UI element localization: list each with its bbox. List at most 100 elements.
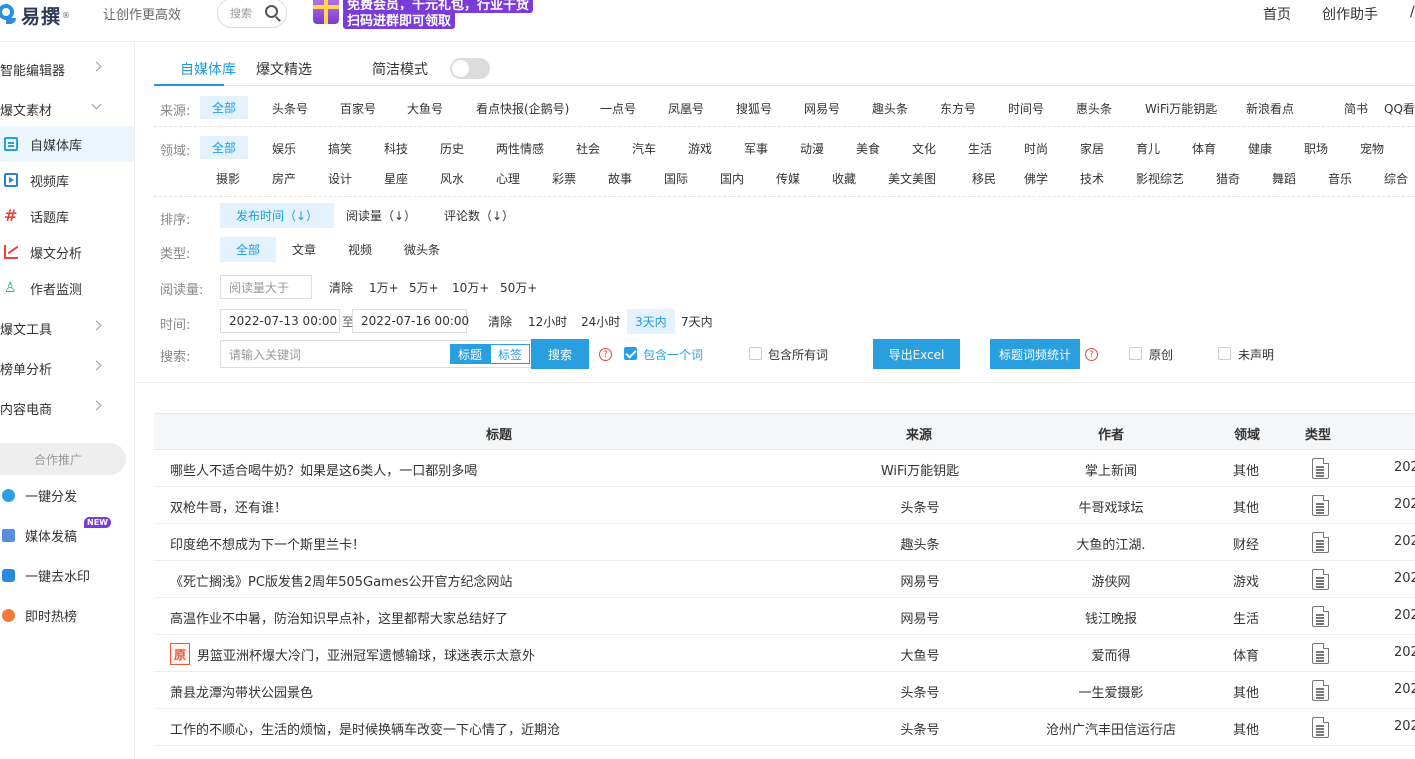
- nav-creation-assistant[interactable]: 创作助手: [1322, 4, 1378, 24]
- sort-publish-time[interactable]: 发布时间（↓）: [220, 203, 335, 228]
- domain-a-option[interactable]: 家居: [1080, 140, 1104, 157]
- domain-b-option[interactable]: 音乐: [1328, 170, 1352, 187]
- domain-b-option[interactable]: 佛学: [1024, 170, 1048, 187]
- cell-author[interactable]: 钱江晚报: [1085, 608, 1137, 627]
- domain-b-option[interactable]: 房产: [272, 170, 296, 187]
- help-icon[interactable]: ?: [1085, 348, 1098, 361]
- cell-title[interactable]: 男篮亚洲杯爆大冷门，亚洲冠军遗憾输球，球迷表示太意外: [197, 645, 535, 664]
- domain-b-option[interactable]: 影视综艺: [1136, 170, 1184, 187]
- table-row[interactable]: 萧县龙潭沟带状公园景色 头条号 一生爱摄影 其他 202: [154, 672, 1415, 709]
- source-option[interactable]: 时间号: [1008, 100, 1044, 117]
- time-24h[interactable]: 24小时: [581, 313, 620, 330]
- domain-b-option[interactable]: 国内: [720, 170, 744, 187]
- date-start-input[interactable]: 2022-07-13 00:00: [220, 309, 340, 333]
- source-option[interactable]: 看点快报(企鹅号): [476, 100, 569, 117]
- source-option[interactable]: 搜狐号: [736, 100, 772, 117]
- type-all[interactable]: 全部: [220, 237, 277, 262]
- cell-title[interactable]: 工作的不顺心，生活的烦恼，是时候换辆车改变一下心情了，近期沧: [170, 719, 560, 738]
- cell-title[interactable]: 高温作业不中暑，防治知识早点补，这里都帮大家总结好了: [170, 608, 508, 627]
- sidebar-group-ecommerce[interactable]: 内容电商: [0, 399, 135, 418]
- domain-b-option[interactable]: 收藏: [832, 170, 856, 187]
- undeclared-label[interactable]: 未声明: [1238, 346, 1274, 363]
- cell-author[interactable]: 游侠网: [1091, 571, 1130, 590]
- contains-all-checkbox[interactable]: [749, 347, 762, 360]
- domain-b-option[interactable]: 风水: [440, 170, 464, 187]
- domain-b-option[interactable]: 移民: [972, 170, 996, 187]
- source-option[interactable]: 简书: [1344, 100, 1368, 117]
- undeclared-checkbox[interactable]: [1218, 347, 1231, 360]
- domain-a-option[interactable]: 历史: [440, 140, 464, 157]
- domain-b-option[interactable]: 传媒: [776, 170, 800, 187]
- source-option[interactable]: 大鱼号: [407, 100, 443, 117]
- tab-media-library[interactable]: 自媒体库: [180, 59, 236, 79]
- domain-b-option[interactable]: 国际: [664, 170, 688, 187]
- domain-a-option[interactable]: 体育: [1192, 140, 1216, 157]
- domain-a-option[interactable]: 汽车: [632, 140, 656, 157]
- tab-hot-selection[interactable]: 爆文精选: [256, 59, 312, 79]
- type-micro-headline[interactable]: 微头条: [404, 241, 440, 258]
- sidebar-item-hot-analysis[interactable]: 爆文分析: [0, 234, 134, 270]
- contains-all-label[interactable]: 包含所有词: [768, 346, 828, 363]
- cell-author[interactable]: 掌上新闻: [1085, 460, 1137, 479]
- coop-item-distribute[interactable]: 一键分发: [0, 483, 134, 507]
- domain-a-option[interactable]: 育儿: [1136, 140, 1160, 157]
- sidebar-group-ranking[interactable]: 榜单分析: [0, 359, 135, 378]
- logo[interactable]: 易撰 ®: [0, 0, 70, 30]
- domain-a-option[interactable]: 科技: [384, 140, 408, 157]
- sidebar-item-author-monitor[interactable]: ♙ 作者监测: [0, 270, 134, 306]
- export-excel-button[interactable]: 导出Excel: [873, 339, 960, 369]
- read-10k[interactable]: 1万+: [369, 279, 399, 296]
- source-option[interactable]: 新浪看点: [1246, 100, 1294, 117]
- source-option[interactable]: 凤凰号: [668, 100, 704, 117]
- domain-a-option[interactable]: 社会: [576, 140, 600, 157]
- domain-a-option[interactable]: 全部: [200, 136, 249, 159]
- promo-banner[interactable]: 免费会员，千元礼包，行业干货 扫码进群即可领取: [311, 0, 539, 29]
- domain-b-option[interactable]: 舞蹈: [1272, 170, 1296, 187]
- col-domain[interactable]: 领域: [1234, 424, 1260, 443]
- cell-author[interactable]: 爱而得: [1091, 645, 1130, 664]
- cell-title[interactable]: 哪些人不适合喝牛奶？如果是这6类人，一口都别多喝: [170, 460, 477, 479]
- domain-a-option[interactable]: 生活: [968, 140, 992, 157]
- original-checkbox[interactable]: [1129, 347, 1142, 360]
- sidebar-item-media-library[interactable]: 自媒体库: [0, 126, 134, 162]
- sidebar-group-material[interactable]: 爆文素材: [0, 99, 135, 119]
- time-clear[interactable]: 清除: [488, 313, 512, 330]
- domain-a-option[interactable]: 娱乐: [272, 140, 296, 157]
- col-type[interactable]: 类型: [1305, 424, 1331, 443]
- read-100k[interactable]: 10万+: [452, 279, 489, 296]
- domain-a-option[interactable]: 军事: [744, 140, 768, 157]
- domain-a-option[interactable]: 职场: [1304, 140, 1328, 157]
- domain-a-option[interactable]: 动漫: [800, 140, 824, 157]
- read-count-input[interactable]: 阅读量大于: [220, 275, 312, 299]
- coop-item-remove-watermark[interactable]: 一键去水印: [0, 563, 134, 587]
- original-label[interactable]: 原创: [1149, 346, 1173, 363]
- domain-a-option[interactable]: 健康: [1248, 140, 1272, 157]
- domain-b-option[interactable]: 设计: [328, 170, 352, 187]
- table-row[interactable]: 高温作业不中暑，防治知识早点补，这里都帮大家总结好了 网易号 钱江晚报 生活 202: [154, 598, 1415, 635]
- domain-b-option[interactable]: 综合: [1384, 170, 1408, 187]
- cell-author[interactable]: 一生爱摄影: [1078, 682, 1143, 701]
- source-option[interactable]: 一点号: [600, 100, 636, 117]
- help-icon[interactable]: ?: [599, 348, 612, 361]
- source-option[interactable]: 趣头条: [872, 100, 908, 117]
- search-icon[interactable]: [265, 5, 278, 18]
- simple-mode-toggle[interactable]: [450, 58, 490, 79]
- source-option[interactable]: WiFi万能钥匙: [1145, 100, 1217, 117]
- source-option[interactable]: 头条号: [272, 100, 308, 117]
- scope-tag[interactable]: 标签: [490, 344, 530, 364]
- cell-title[interactable]: 双枪牛哥，还有谁！: [170, 497, 287, 516]
- read-clear[interactable]: 清除: [329, 279, 353, 296]
- table-row[interactable]: 双枪牛哥，还有谁！ 头条号 牛哥戏球坛 其他 202: [154, 487, 1415, 524]
- title-freq-button[interactable]: 标题词频统计: [990, 339, 1080, 369]
- domain-b-option[interactable]: 技术: [1080, 170, 1104, 187]
- cell-author[interactable]: 大鱼的江湖.: [1076, 534, 1145, 553]
- domain-a-option[interactable]: 宠物: [1360, 140, 1384, 157]
- domain-a-option[interactable]: 时尚: [1024, 140, 1048, 157]
- source-option[interactable]: 网易号: [804, 100, 840, 117]
- sidebar-item-video-library[interactable]: 视频库: [0, 162, 134, 198]
- type-article[interactable]: 文章: [292, 241, 316, 258]
- table-row[interactable]: 原男篮亚洲杯爆大冷门，亚洲冠军遗憾输球，球迷表示太意外 大鱼号 爱而得 体育 202: [154, 635, 1415, 672]
- sidebar-group-tools[interactable]: 爆文工具: [0, 319, 135, 338]
- domain-a-option[interactable]: 两性情感: [496, 140, 544, 157]
- nav-more[interactable]: /: [1410, 4, 1415, 20]
